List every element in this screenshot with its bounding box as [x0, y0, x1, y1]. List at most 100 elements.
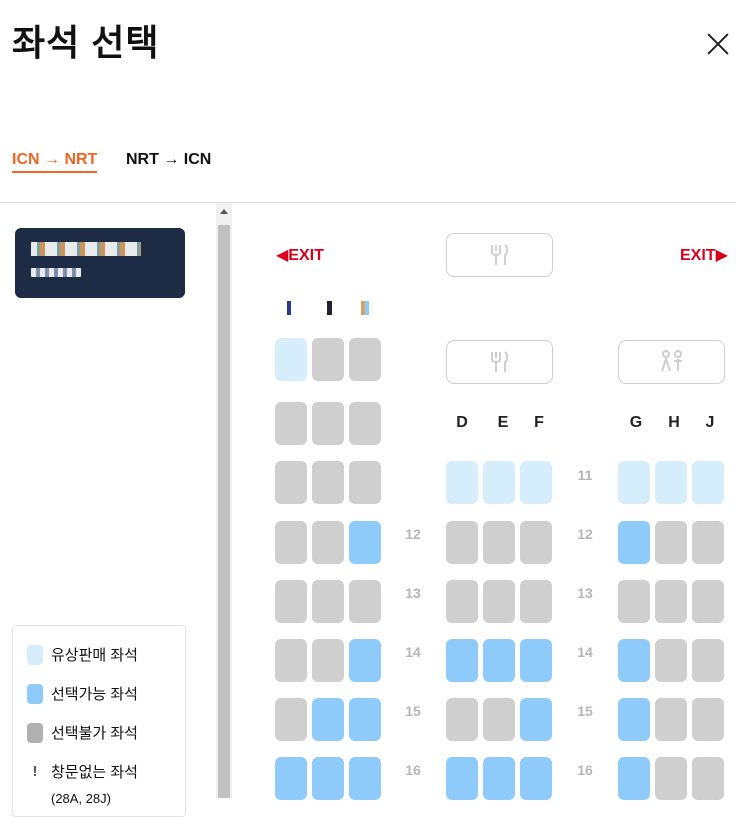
seat — [618, 580, 650, 623]
seat[interactable] — [520, 757, 552, 800]
scrollbar-thumb[interactable] — [218, 225, 230, 798]
seat[interactable] — [483, 639, 515, 682]
passenger-name-redacted — [31, 242, 141, 256]
seat — [275, 698, 307, 741]
close-icon[interactable] — [706, 32, 730, 56]
seat — [446, 580, 478, 623]
row-number: 16 — [405, 762, 421, 778]
seat[interactable] — [483, 757, 515, 800]
seat — [312, 402, 344, 445]
scrollbar[interactable] — [216, 203, 232, 798]
seat — [275, 521, 307, 564]
row-number: 14 — [577, 644, 593, 660]
row-number: 14 — [405, 644, 421, 660]
unavailable-seat-swatch — [27, 722, 43, 743]
col-g: G — [629, 414, 643, 431]
seat — [692, 639, 724, 682]
seat[interactable] — [446, 757, 478, 800]
seat — [446, 698, 478, 741]
seat[interactable] — [275, 338, 307, 381]
seat[interactable] — [349, 698, 381, 741]
seat — [483, 698, 515, 741]
seat[interactable] — [618, 461, 650, 504]
legend-no-window: ! 창문없는 좌석 — [27, 761, 138, 782]
seat[interactable] — [618, 698, 650, 741]
galley-box-2 — [446, 340, 553, 384]
column-header-redacted — [287, 301, 375, 315]
seat[interactable] — [483, 461, 515, 504]
scroll-up-icon[interactable] — [220, 209, 228, 214]
seat — [655, 521, 687, 564]
seat-legend: 유상판매 좌석 선택가능 좌석 선택불가 좌석 ! 창문없는 좌석 (28A, … — [12, 625, 186, 817]
legend-paid: 유상판매 좌석 — [27, 644, 138, 665]
row-number: 16 — [577, 762, 593, 778]
seat — [483, 580, 515, 623]
seat — [312, 521, 344, 564]
seat[interactable] — [520, 461, 552, 504]
seat[interactable] — [520, 639, 552, 682]
legend-available: 선택가능 좌석 — [27, 683, 138, 704]
seat[interactable] — [655, 461, 687, 504]
col-j: J — [705, 414, 715, 431]
seat[interactable] — [349, 639, 381, 682]
legend-label: 선택불가 좌석 — [51, 725, 138, 742]
row-number: 15 — [405, 703, 421, 719]
row-number: 13 — [577, 585, 593, 601]
paid-seat-swatch — [27, 644, 43, 665]
lavatory-box — [618, 340, 725, 384]
seat[interactable] — [446, 639, 478, 682]
seat — [312, 338, 344, 381]
seat[interactable] — [446, 461, 478, 504]
seat[interactable] — [618, 757, 650, 800]
seat[interactable] — [349, 757, 381, 800]
seat — [349, 580, 381, 623]
row-number: 13 — [405, 585, 421, 601]
seat[interactable] — [692, 461, 724, 504]
seat — [312, 580, 344, 623]
seat — [275, 580, 307, 623]
exit-left-label: ◀EXIT — [276, 247, 324, 264]
tab-icn-nrt[interactable]: ICN → NRT — [12, 151, 98, 173]
seat[interactable] — [312, 757, 344, 800]
seat — [520, 521, 552, 564]
seat[interactable] — [312, 698, 344, 741]
seat — [483, 521, 515, 564]
row-number: 12 — [405, 526, 421, 542]
col-d: D — [456, 414, 468, 431]
tab-nrt-icn[interactable]: NRT → ICN — [126, 151, 211, 169]
seat — [655, 698, 687, 741]
seat — [312, 639, 344, 682]
seat — [275, 402, 307, 445]
seat — [312, 461, 344, 504]
seat — [275, 639, 307, 682]
col-f: F — [534, 414, 544, 431]
seat[interactable] — [618, 639, 650, 682]
seat — [655, 639, 687, 682]
seat — [520, 580, 552, 623]
seat[interactable] — [618, 521, 650, 564]
legend-unavailable: 선택불가 좌석 — [27, 722, 138, 743]
exit-right-label: EXIT▶ — [680, 247, 728, 264]
seat[interactable] — [520, 698, 552, 741]
seat — [692, 698, 724, 741]
legend-label: 선택가능 좌석 — [51, 686, 138, 703]
seat — [275, 461, 307, 504]
seat — [692, 521, 724, 564]
seat — [349, 338, 381, 381]
passenger-seat-redacted — [31, 268, 81, 277]
seat[interactable] — [349, 521, 381, 564]
fork-knife-icon — [447, 234, 552, 276]
seat — [446, 521, 478, 564]
seat[interactable] — [275, 757, 307, 800]
col-e: E — [497, 414, 509, 431]
row-number: 15 — [577, 703, 593, 719]
available-seat-swatch — [27, 683, 43, 704]
seat — [655, 757, 687, 800]
page-title: 좌석 선택 — [12, 22, 160, 63]
seat — [349, 402, 381, 445]
legend-label: 유상판매 좌석 — [51, 647, 138, 664]
passenger-card[interactable] — [15, 228, 185, 298]
fork-knife-icon — [447, 341, 552, 383]
legend-note: (28A, 28J) — [51, 791, 111, 806]
galley-box — [446, 233, 553, 277]
